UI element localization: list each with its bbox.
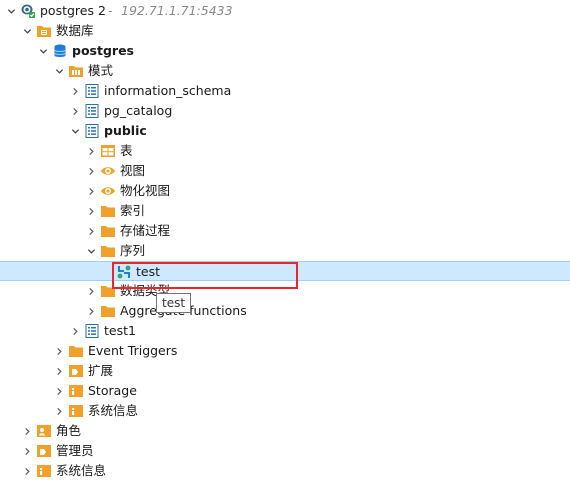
postgres-connection-icon <box>20 3 36 19</box>
tree-node-system-info-db[interactable]: 系统信息 <box>0 401 570 421</box>
roles-folder-icon <box>36 423 52 439</box>
tree-node-tables[interactable]: 表 <box>0 141 570 161</box>
chevron-right-icon[interactable] <box>52 341 66 361</box>
chevron-right-icon[interactable] <box>84 281 98 301</box>
connection-name: postgres 2 <box>40 3 106 18</box>
public-label: public <box>104 123 147 138</box>
chevron-down-icon[interactable] <box>36 41 50 61</box>
schemas-folder-icon <box>68 63 84 79</box>
tree-node-views[interactable]: 视图 <box>0 161 570 181</box>
schema-icon <box>84 83 100 99</box>
tree-node-indexes[interactable]: 索引 <box>0 201 570 221</box>
folder-icon <box>100 243 116 259</box>
tree-node-materialized-views[interactable]: 物化视图 <box>0 181 570 201</box>
chevron-right-icon[interactable] <box>68 321 82 341</box>
test1-label: test1 <box>104 323 136 338</box>
schema-icon <box>84 323 100 339</box>
system-info-db-label: 系统信息 <box>88 403 139 418</box>
tree-node-schemas[interactable]: 模式 <box>0 61 570 81</box>
storage-folder-icon <box>68 383 84 399</box>
extensions-label: 扩展 <box>88 363 114 378</box>
tree-node-storage[interactable]: Storage <box>0 381 570 401</box>
chevron-right-icon[interactable] <box>84 201 98 221</box>
procedures-label: 存储过程 <box>120 223 171 238</box>
chevron-right-icon[interactable] <box>84 161 98 181</box>
chevron-right-icon[interactable] <box>68 81 82 101</box>
sequence-icon <box>116 264 132 280</box>
tables-label: 表 <box>120 143 133 158</box>
indexes-label: 索引 <box>120 203 146 218</box>
databases-label: 数据库 <box>56 23 94 38</box>
info-folder-icon <box>68 403 84 419</box>
tree-node-admins[interactable]: 管理员 <box>0 441 570 461</box>
tree-node-test1[interactable]: test1 <box>0 321 570 341</box>
chevron-right-icon[interactable] <box>68 101 82 121</box>
materialized-views-label: 物化视图 <box>120 183 171 198</box>
tree-node-pg-catalog[interactable]: pg_catalog <box>0 101 570 121</box>
chevron-down-icon[interactable] <box>68 121 82 141</box>
postgres-db-label: postgres <box>72 43 134 58</box>
folder-icon <box>100 283 116 299</box>
chevron-down-icon[interactable] <box>20 21 34 41</box>
tree-node-event-triggers[interactable]: Event Triggers <box>0 341 570 361</box>
extensions-folder-icon <box>68 363 84 379</box>
roles-label: 角色 <box>56 423 82 438</box>
system-info-label: 系统信息 <box>56 463 107 478</box>
chevron-right-icon[interactable] <box>84 181 98 201</box>
chevron-down-icon[interactable] <box>4 1 18 21</box>
tree-node-databases[interactable]: 数据库 <box>0 21 570 41</box>
sequences-label: 序列 <box>120 243 146 258</box>
tree-node-sequence-test[interactable]: test <box>0 261 570 281</box>
databases-folder-icon <box>36 23 52 39</box>
connection-separator: - <box>108 3 113 18</box>
chevron-right-icon[interactable] <box>52 381 66 401</box>
admins-folder-icon <box>36 443 52 459</box>
chevron-right-icon[interactable] <box>20 461 34 481</box>
tree-node-data-types[interactable]: 数据类型 <box>0 281 570 301</box>
chevron-right-icon[interactable] <box>84 141 98 161</box>
folder-icon <box>100 223 116 239</box>
admins-label: 管理员 <box>56 443 94 458</box>
connection-host: 192.71.1.71:5433 <box>121 3 233 18</box>
tree-node-procedures[interactable]: 存储过程 <box>0 221 570 241</box>
folder-icon <box>68 343 84 359</box>
schema-icon <box>84 123 100 139</box>
view-eye-icon <box>100 163 116 179</box>
tree-node-public[interactable]: public <box>0 121 570 141</box>
folder-icon <box>100 203 116 219</box>
tree-node-roles[interactable]: 角色 <box>0 421 570 441</box>
chevron-right-icon[interactable] <box>84 221 98 241</box>
storage-label: Storage <box>88 383 137 398</box>
chevron-right-icon[interactable] <box>84 301 98 321</box>
views-label: 视图 <box>120 163 146 178</box>
information-schema-label: information_schema <box>104 83 232 98</box>
pg-catalog-label: pg_catalog <box>104 103 173 118</box>
schema-icon <box>84 103 100 119</box>
table-folder-icon <box>100 143 116 159</box>
hover-tooltip: test <box>156 293 192 313</box>
tree-node-aggregate-functions[interactable]: Aggregate functions <box>0 301 570 321</box>
tree-node-postgres-db[interactable]: postgres <box>0 41 570 61</box>
sequence-test-label: test <box>136 264 161 279</box>
database-navigator-tree: postgres 2 - 192.71.1.71:5433 数据库 postgr… <box>0 0 570 484</box>
info-folder-icon <box>36 463 52 479</box>
chevron-down-icon[interactable] <box>84 241 98 261</box>
schemas-label: 模式 <box>88 63 114 78</box>
view-eye-icon <box>100 183 116 199</box>
database-icon <box>52 43 68 59</box>
event-triggers-label: Event Triggers <box>88 343 178 358</box>
chevron-down-icon[interactable] <box>52 61 66 81</box>
tree-node-connection[interactable]: postgres 2 - 192.71.1.71:5433 <box>0 1 570 21</box>
chevron-right-icon[interactable] <box>20 441 34 461</box>
folder-icon <box>100 303 116 319</box>
chevron-right-icon[interactable] <box>52 361 66 381</box>
chevron-right-icon[interactable] <box>20 421 34 441</box>
tree-node-sequences[interactable]: 序列 <box>0 241 570 261</box>
tree-node-information-schema[interactable]: information_schema <box>0 81 570 101</box>
chevron-right-icon[interactable] <box>52 401 66 421</box>
tree-node-extensions[interactable]: 扩展 <box>0 361 570 381</box>
tree-node-system-info[interactable]: 系统信息 <box>0 461 570 481</box>
